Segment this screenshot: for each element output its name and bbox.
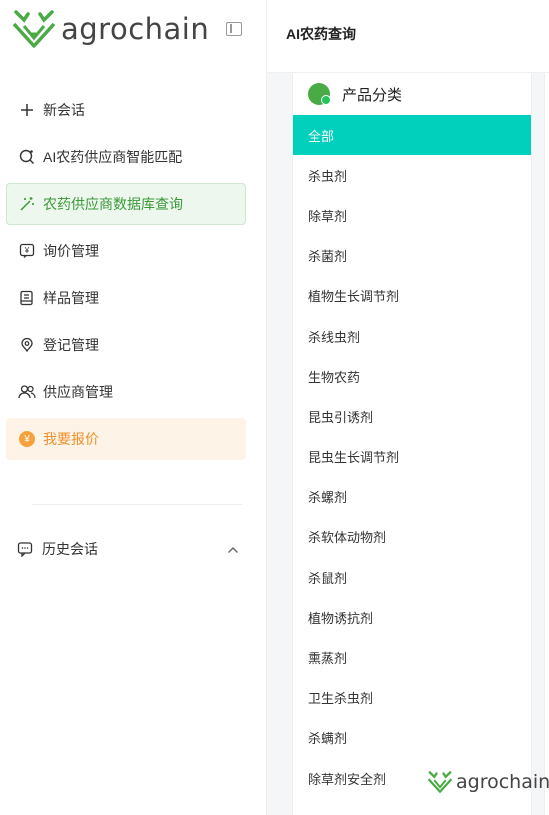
sample-book-icon — [18, 289, 36, 307]
category-item[interactable]: 植物生长调节剂 — [293, 276, 531, 316]
watermark-text: agrochain — [456, 771, 549, 793]
sidebar-item-suppliers[interactable]: 供应商管理 — [6, 371, 246, 413]
category-panel: 产品分类 全部 杀虫剂 除草剂 杀菌剂 植物生长调节剂 杀线虫剂 生物农药 昆虫引诱剂 昆虫生长… — [292, 73, 532, 815]
sidebar-item-label: 样品管理 — [43, 290, 99, 306]
users-icon — [18, 383, 36, 401]
category-item[interactable]: 杀虫剂 — [293, 155, 531, 195]
sidebar-divider — [32, 504, 242, 505]
sidebar: agrochain 新会话 AI农药供应商智能匹配 农药供应商数据库查询 ¥ 询 — [0, 0, 267, 815]
brand-name: agrochain — [61, 12, 210, 46]
sidebar-item-label: 新会话 — [43, 102, 85, 118]
page-title: AI农药查询 — [286, 26, 356, 42]
watermark-logo: agrochain — [426, 770, 549, 794]
deer-logo-icon — [427, 771, 453, 794]
ai-search-icon — [18, 148, 36, 166]
category-item[interactable]: 杀螺剂 — [293, 477, 531, 517]
category-item[interactable]: 昆虫引诱剂 — [293, 396, 531, 436]
magic-wand-icon — [18, 195, 36, 213]
sidebar-item-label: AI农药供应商智能匹配 — [43, 149, 183, 165]
svg-text:¥: ¥ — [24, 246, 30, 255]
category-item[interactable]: 植物诱抗剂 — [293, 597, 531, 637]
right-panel-edge — [544, 73, 549, 815]
price-chat-icon: ¥ — [18, 242, 36, 260]
category-item[interactable]: 生物农药 — [293, 356, 531, 396]
register-icon — [18, 336, 36, 354]
category-item[interactable]: 杀鼠剂 — [293, 557, 531, 597]
yen-coin-icon: ¥ — [18, 430, 36, 448]
main-content: 产品分类 全部 杀虫剂 除草剂 杀菌剂 植物生长调节剂 杀线虫剂 生物农药 昆虫引诱剂 昆虫生长… — [267, 73, 549, 815]
sidebar-item-label: 供应商管理 — [43, 384, 113, 400]
sidebar-item-label: 我要报价 — [43, 431, 99, 447]
category-item[interactable]: 昆虫生长调节剂 — [293, 437, 531, 477]
chevron-up-icon[interactable] — [227, 541, 239, 557]
category-item[interactable]: 杀线虫剂 — [293, 316, 531, 356]
sidebar-item-label: 农药供应商数据库查询 — [43, 196, 183, 212]
category-item[interactable]: 卫生杀虫剂 — [293, 678, 531, 718]
category-list: 全部 杀虫剂 除草剂 杀菌剂 植物生长调节剂 杀线虫剂 生物农药 昆虫引诱剂 昆虫生长调节剂 杀螺… — [293, 115, 531, 798]
category-item[interactable]: 杀菌剂 — [293, 236, 531, 276]
sidebar-item-label: 登记管理 — [43, 337, 99, 353]
sidebar-item-new-chat[interactable]: 新会话 — [6, 89, 246, 131]
category-item[interactable]: 除草剂 — [293, 195, 531, 235]
sidebar-item-quote[interactable]: ¥ 我要报价 — [6, 418, 246, 460]
sidebar-item-ai-match[interactable]: AI农药供应商智能匹配 — [6, 136, 246, 178]
sidebar-item-samples[interactable]: 样品管理 — [6, 277, 246, 319]
category-item[interactable]: 全部 — [293, 115, 531, 156]
deer-logo-icon — [12, 10, 56, 48]
category-panel-header: 产品分类 — [293, 73, 531, 115]
sidebar-item-database-query[interactable]: 农药供应商数据库查询 — [6, 183, 246, 225]
plus-icon — [18, 101, 36, 119]
history-label: 历史会话 — [42, 541, 98, 557]
status-dot-icon — [308, 83, 331, 105]
history-toggle[interactable]: 历史会话 — [17, 539, 239, 559]
category-panel-title: 产品分类 — [342, 86, 403, 104]
sidebar-item-label: 询价管理 — [43, 243, 99, 259]
sidebar-nav: 新会话 AI农药供应商智能匹配 农药供应商数据库查询 ¥ 询价管理 样品管理 登… — [6, 89, 246, 465]
category-item[interactable]: 杀螨剂 — [293, 718, 531, 758]
category-item[interactable]: 杀软体动物剂 — [293, 517, 531, 557]
brand-logo[interactable]: agrochain — [10, 8, 209, 50]
top-header: AI农药查询 — [267, 0, 549, 73]
chat-bubble-icon — [17, 540, 35, 558]
sidebar-item-registration[interactable]: 登记管理 — [6, 324, 246, 366]
category-item[interactable]: 熏蒸剂 — [293, 637, 531, 677]
sidebar-toggle-icon[interactable] — [226, 22, 242, 36]
sidebar-item-inquiry[interactable]: ¥ 询价管理 — [6, 230, 246, 272]
